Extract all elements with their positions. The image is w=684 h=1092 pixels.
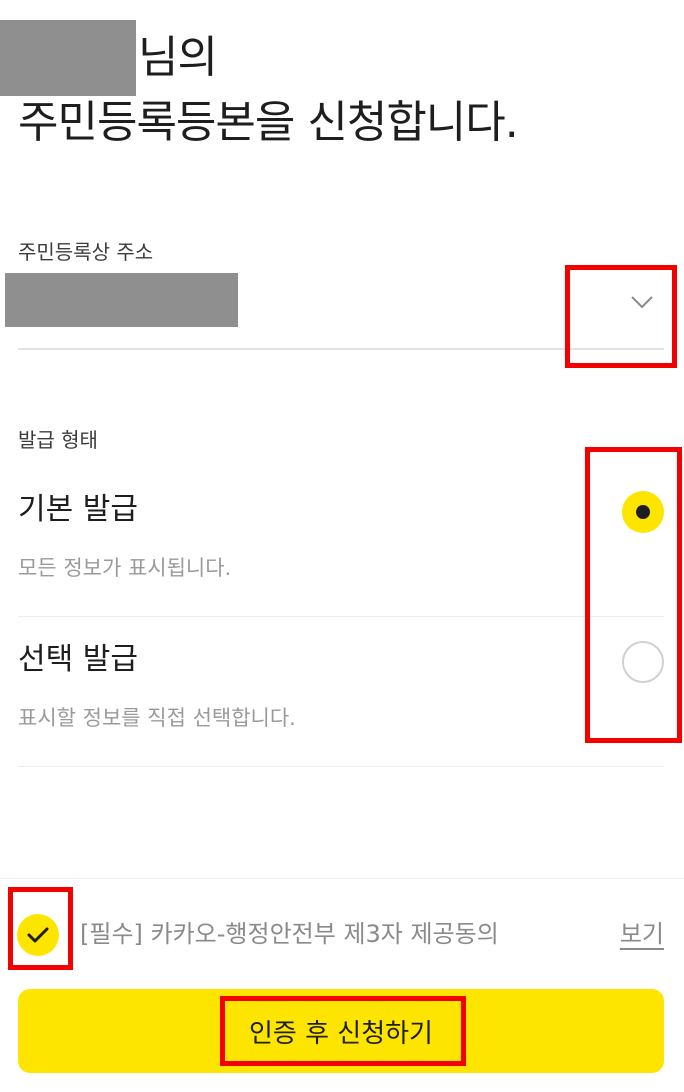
- title-rest: 을 신청합니다.: [254, 97, 519, 148]
- page-title: 주민등록등본을 신청합니다.: [18, 93, 519, 153]
- option-selective-issuance[interactable]: 선택 발급 표시할 정보를 직접 선택합니다.: [18, 616, 664, 767]
- option-title: 선택 발급: [18, 642, 138, 677]
- agreement-checkbox[interactable]: [17, 914, 59, 956]
- option-description: 표시할 정보를 직접 선택합니다.: [18, 706, 296, 730]
- redacted-user-name: [0, 20, 136, 96]
- agreement-text: [필수] 카카오-행정안전부 제3자 제공동의: [80, 920, 499, 948]
- redacted-address: [5, 273, 238, 327]
- address-label: 주민등록상 주소: [18, 240, 154, 264]
- title-name-suffix: 님의: [138, 32, 218, 83]
- chevron-down-icon[interactable]: [630, 294, 654, 310]
- issuance-type-label: 발급 형태: [18, 428, 98, 452]
- submit-button[interactable]: 인증 후 신청하기: [18, 989, 664, 1073]
- radio-unselected-icon[interactable]: [622, 641, 664, 683]
- radio-selected-icon[interactable]: [622, 491, 664, 533]
- view-agreement-link[interactable]: 보기: [620, 914, 664, 954]
- option-title: 기본 발급: [18, 492, 138, 527]
- footer-divider: [0, 878, 684, 879]
- option-basic-issuance[interactable]: 기본 발급 모든 정보가 표시됩니다.: [18, 466, 664, 617]
- title-highlight: 주민등록등본: [18, 93, 256, 153]
- check-icon: [27, 927, 49, 943]
- option-description: 모든 정보가 표시됩니다.: [18, 556, 232, 580]
